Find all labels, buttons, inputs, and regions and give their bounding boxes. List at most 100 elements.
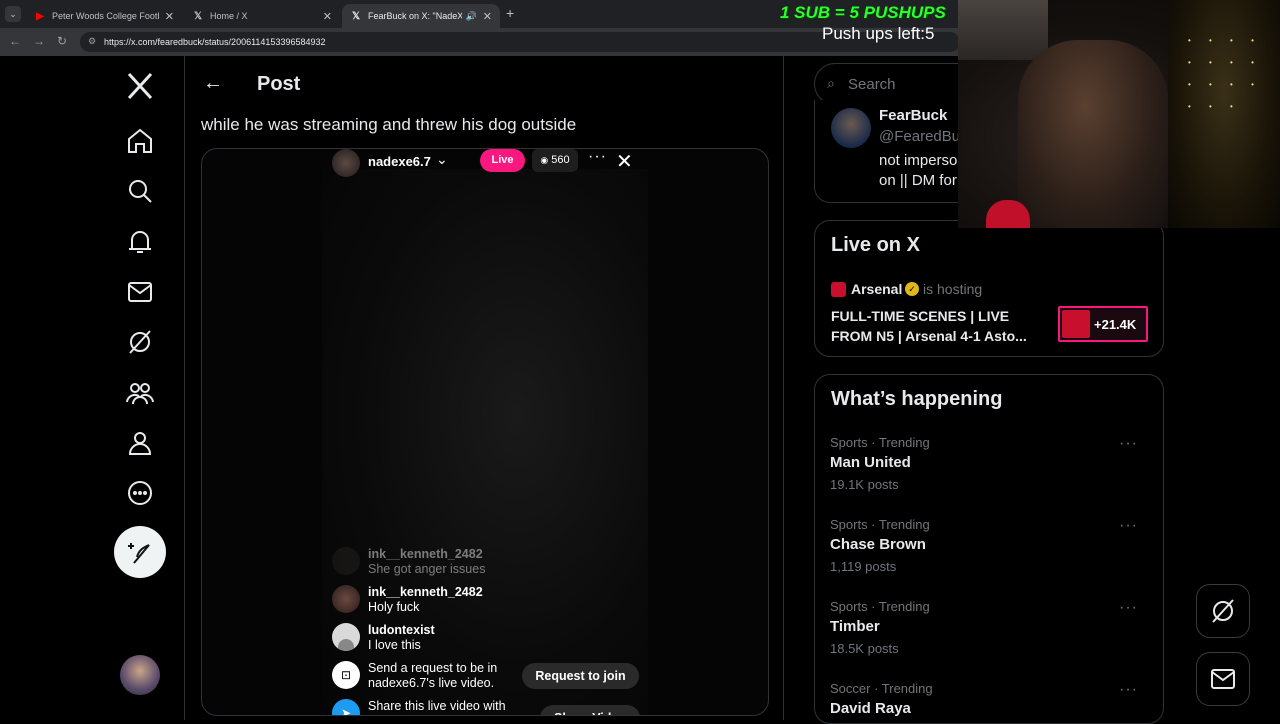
grok-fab-button[interactable] <box>1196 584 1250 638</box>
webcam-tree: • • • • • • • • • • • • • • • <box>1168 0 1280 228</box>
home-icon[interactable] <box>125 126 155 156</box>
close-icon[interactable]: ✕ <box>165 10 174 23</box>
trend-item[interactable]: Soccer · Trending David Raya ··· <box>830 681 1150 720</box>
trend-item[interactable]: Sports · Trending Man United 19.1K posts… <box>830 435 1150 505</box>
share-text: Share this live video with <box>368 699 506 713</box>
tab-title: FearBuck on X: "NadeXe cra <box>368 11 462 21</box>
more-dots-icon[interactable]: ··· <box>588 149 607 166</box>
chat-comment: ludontexist I love this <box>332 623 435 653</box>
live-listener-count: +21.4K <box>1094 317 1137 332</box>
communities-icon[interactable] <box>125 378 155 408</box>
trend-name: Timber <box>830 618 880 635</box>
compose-post-button[interactable] <box>114 526 166 578</box>
whats-happening-heading: What’s happening <box>831 388 1003 410</box>
comment-text: I love this <box>368 638 421 652</box>
chat-comment: ink__kenneth_2482 Holy fuck <box>332 585 483 615</box>
close-icon[interactable]: ✕ <box>616 149 633 174</box>
close-icon[interactable]: ✕ <box>323 10 332 23</box>
search-placeholder: Search <box>848 76 896 93</box>
trend-meta: Sports · Trending <box>830 599 930 614</box>
comment-text: Holy fuck <box>368 600 420 614</box>
profile-icon[interactable] <box>125 428 155 458</box>
tab-title: Peter Woods College Football | <box>52 11 159 21</box>
live-space-title[interactable]: FULL-TIME SCENES | LIVE FROM N5 | Arsena… <box>831 306 1051 346</box>
chat-comment: ink__kenneth_2482 She got anger issues <box>332 547 485 577</box>
sub-pushups-banner: 1 SUB = 5 PUSHUPS <box>780 3 946 22</box>
default-avatar-icon <box>332 623 360 651</box>
page-title: Post <box>257 73 301 95</box>
streamer-username[interactable]: nadexe6.7 <box>368 154 431 169</box>
more-circle-icon[interactable] <box>125 478 155 508</box>
request-to-join-button[interactable]: Request to join <box>522 663 639 689</box>
browser-tab-post[interactable]: 𝕏 FearBuck on X: "NadeXe cra 🔊 ✕ <box>342 4 500 28</box>
browser-tab-home[interactable]: 𝕏 Home / X ✕ <box>184 4 340 28</box>
profile-name[interactable]: FearBuck <box>879 107 947 124</box>
verified-badge-icon: ✓ <box>905 282 919 296</box>
trend-name: Man United <box>830 454 911 471</box>
share-icon: ➤ <box>332 699 360 715</box>
url-text: https://x.com/fearedbuck/status/20061141… <box>104 37 326 47</box>
mail-icon[interactable] <box>125 277 155 307</box>
webcam-red-object <box>986 200 1030 228</box>
mail-icon <box>1211 669 1235 689</box>
viewer-count-badge: ◉ 560 <box>532 149 578 172</box>
streamer-avatar[interactable] <box>332 149 360 177</box>
grok-icon[interactable] <box>125 327 155 357</box>
reload-icon[interactable]: ↻ <box>57 34 67 48</box>
back-arrow-icon[interactable]: ← <box>9 34 21 48</box>
more-dots-icon[interactable]: ··· <box>1119 599 1138 617</box>
forward-arrow-icon[interactable]: → <box>33 34 45 48</box>
main-column: ← Post while he was streaming and threw … <box>184 56 784 720</box>
search-icon: ⌕ <box>827 75 835 91</box>
more-dots-icon[interactable]: ··· <box>1119 435 1138 453</box>
trend-item[interactable]: Sports · Trending Timber 18.5K posts ··· <box>830 599 1150 669</box>
trend-item[interactable]: Sports · Trending Chase Brown 1,119 post… <box>830 517 1150 587</box>
youtube-icon: ▶ <box>36 10 44 22</box>
webcam-overlay: • • • • • • • • • • • • • • • <box>958 0 1280 228</box>
search-icon[interactable] <box>125 176 155 206</box>
trend-count: 18.5K posts <box>830 641 899 656</box>
chevron-down-icon[interactable]: ⌄ <box>436 151 448 168</box>
live-on-x-card: Live on X Arsenal ✓ is hosting FULL-TIME… <box>814 220 1164 357</box>
eye-icon: ◉ <box>540 155 549 165</box>
more-dots-icon[interactable]: ··· <box>1119 517 1138 535</box>
trend-count: 19.1K posts <box>830 477 899 492</box>
comment-username: ludontexist <box>368 623 435 637</box>
grok-icon <box>1212 599 1234 623</box>
webcam-window-light <box>958 0 1048 60</box>
camera-icon: ⊡ <box>332 661 360 689</box>
profile-handle: @FearedBu <box>879 128 961 145</box>
comment-username: ink__kenneth_2482 <box>368 585 483 599</box>
speaker-icon[interactable]: 🔊 <box>466 11 477 22</box>
join-live-button[interactable]: +21.4K <box>1058 306 1148 342</box>
new-tab-button[interactable]: + <box>506 5 514 21</box>
post-text: while he was streaming and threw his dog… <box>201 115 577 134</box>
tab-list-button[interactable]: ⌄ <box>5 6 21 22</box>
bell-icon[interactable] <box>125 227 155 257</box>
tree-lights: • • • • • • • • • • • • • • • <box>1188 36 1262 111</box>
messages-fab-button[interactable] <box>1196 652 1250 706</box>
x-logo-icon: 𝕏 <box>351 10 361 22</box>
commenter-avatar <box>332 547 360 575</box>
feather-plus-icon <box>128 543 150 564</box>
profile-bio-line: on || DM for <box>879 172 957 189</box>
close-icon[interactable]: ✕ <box>483 10 492 23</box>
more-dots-icon[interactable]: ··· <box>1119 681 1138 699</box>
webcam-person <box>1018 40 1168 228</box>
account-avatar[interactable] <box>120 655 160 695</box>
x-logo-icon[interactable] <box>125 71 155 101</box>
commenter-avatar <box>332 585 360 613</box>
live-video-player[interactable]: nadexe6.7 ⌄ Live ◉ 560 ··· ✕ ink__kennet… <box>201 148 769 716</box>
comment-username: ink__kenneth_2482 <box>368 547 483 561</box>
comment-text: She got anger issues <box>368 562 486 576</box>
pushups-left-counter: Push ups left:5 <box>822 24 935 43</box>
host-name[interactable]: Arsenal <box>851 281 902 297</box>
site-info-icon[interactable]: ⚙ <box>88 36 96 47</box>
trend-meta: Soccer · Trending <box>830 681 933 696</box>
profile-avatar[interactable] <box>831 108 871 148</box>
back-arrow-icon[interactable]: ← <box>203 72 223 95</box>
trend-meta: Sports · Trending <box>830 517 930 532</box>
browser-tab-youtube[interactable]: ▶ Peter Woods College Football | ✕ <box>26 4 182 28</box>
share-video-button[interactable]: Share Video <box>540 705 640 715</box>
x-logo-icon: 𝕏 <box>193 10 203 22</box>
